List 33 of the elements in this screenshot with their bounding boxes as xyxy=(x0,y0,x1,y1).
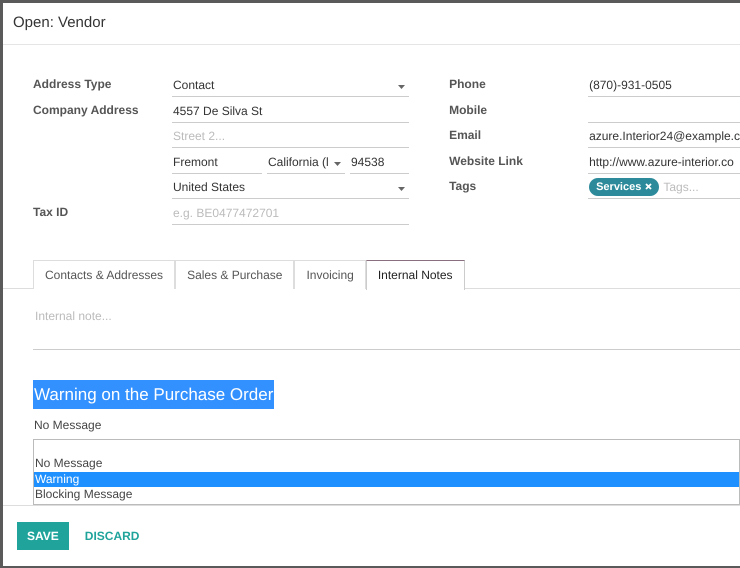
caret-icon xyxy=(398,187,406,192)
field-label: Address Type xyxy=(33,77,112,92)
tags-field[interactable]: Services Tags... xyxy=(588,178,740,200)
text-field[interactable]: 94538 xyxy=(350,152,409,174)
remove-icon[interactable] xyxy=(645,183,652,190)
select-field[interactable]: United States xyxy=(172,178,410,200)
tab[interactable]: Sales & Purchase xyxy=(175,260,294,289)
field-label: Mobile xyxy=(449,102,488,117)
field-label: Phone xyxy=(449,77,486,92)
dialog-title: Open: Vendor xyxy=(13,13,106,34)
listbox-option[interactable]: No Message xyxy=(34,456,739,472)
listbox-option[interactable]: Blocking Message xyxy=(34,487,739,503)
warning-select-value[interactable]: No Message xyxy=(33,416,740,434)
tab[interactable]: Internal Notes xyxy=(366,260,465,290)
text-field[interactable]: http://www.azure-interior.co xyxy=(588,152,740,174)
field-label: Email xyxy=(449,128,482,142)
caret-icon xyxy=(334,162,341,166)
select-field[interactable]: California (l xyxy=(267,152,345,174)
text-field[interactable]: Fremont xyxy=(172,152,262,174)
options-listbox[interactable]: No Message Warning Blocking Message xyxy=(33,439,740,505)
field-label: Tax ID xyxy=(33,204,68,219)
field-label: Company Address xyxy=(33,102,139,117)
field-label: Website Link xyxy=(449,154,523,168)
tag-badge[interactable]: Services xyxy=(589,178,660,196)
text-field[interactable]: 4557 De Silva St xyxy=(172,102,410,123)
tab[interactable]: Invoicing xyxy=(294,260,366,289)
section-heading: Warning on the Purchase Order xyxy=(33,380,274,410)
caret-icon xyxy=(398,85,406,90)
text-field[interactable]: (870)-931-0505 xyxy=(588,76,740,98)
text-field[interactable]: azure.Interior24@example.c xyxy=(588,127,740,148)
field-label: Tags xyxy=(449,179,476,194)
tab[interactable]: Contacts & Addresses xyxy=(33,260,176,289)
select-field[interactable]: Contact xyxy=(172,76,410,98)
